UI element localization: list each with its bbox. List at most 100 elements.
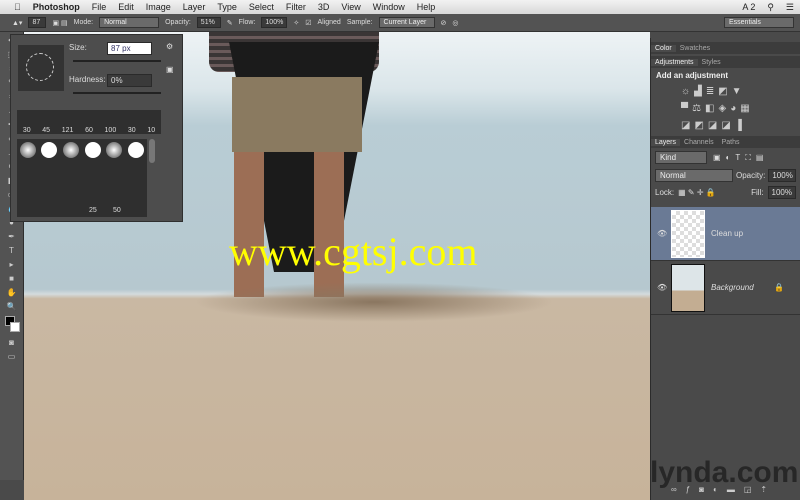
menu-help[interactable]: Help [417, 2, 436, 12]
adjustment-icons[interactable]: ☼▟≣◩▼ ▀⚖◧◈◕▦ ◪◩◪◪▐ [651, 83, 800, 134]
shape-tool-icon[interactable]: ■ [5, 274, 19, 284]
legs [234, 152, 264, 297]
menu-image[interactable]: Image [146, 2, 171, 12]
flow-label: Flow: [238, 19, 256, 26]
brush-preview [18, 45, 64, 91]
aligned-label: Aligned [317, 19, 341, 26]
menu-edit[interactable]: Edit [118, 2, 134, 12]
sample-select[interactable]: Current Layer [378, 17, 435, 28]
tab-layers[interactable]: Layers [651, 138, 681, 146]
pressure-opacity-icon[interactable]: ✎ [227, 19, 233, 27]
preset-row: 30 45 121 60 100 30 10 [17, 110, 161, 134]
size-label: Size: [69, 43, 87, 52]
search-icon[interactable]: ⚲ [767, 2, 774, 13]
adjustments-panel-tabs: Adjustments Styles [651, 56, 800, 68]
new-preset-icon[interactable]: ▣ [166, 65, 174, 74]
adjustments-title: Add an adjustment [656, 71, 729, 80]
layer-thumbnail [671, 263, 705, 312]
brush-size-picker[interactable]: 87 [28, 17, 47, 28]
color-panel-tabs: Color Swatches [651, 42, 800, 54]
layer-row-clean-up[interactable]: 👁 Clean up [651, 207, 800, 261]
brush-label-25: 25 [89, 207, 97, 214]
hand-tool-icon[interactable]: ✋ [5, 288, 19, 298]
menu-app[interactable]: Photoshop [33, 2, 80, 12]
tab-paths[interactable]: Paths [718, 139, 744, 146]
layer-opacity-label: Opacity: [736, 171, 766, 180]
size-slider[interactable] [73, 60, 161, 62]
mode-select[interactable]: Normal [99, 17, 160, 28]
fill-input[interactable]: 100% [767, 186, 796, 199]
menu-bar:  Photoshop File Edit Image Layer Type S… [0, 0, 800, 14]
size-input[interactable]: 87 px [107, 42, 152, 55]
filter-icons[interactable]: ▣◐T⛶▤ [713, 153, 768, 163]
quick-mask-icon[interactable]: ◙ [5, 338, 19, 348]
zoom-tool-icon[interactable]: 🔍 [5, 302, 19, 312]
preset-30[interactable]: 30 [23, 127, 31, 134]
menu-file[interactable]: File [92, 2, 107, 12]
gear-icon[interactable]: ⚙ [166, 42, 173, 51]
menu-filter[interactable]: Filter [286, 2, 306, 12]
brush-list-scrollbar[interactable] [149, 139, 155, 163]
clone-source-icon[interactable]: ▣ ▤ [52, 19, 67, 27]
sand-disturbed [194, 282, 554, 322]
menu-select[interactable]: Select [249, 2, 274, 12]
apple-icon[interactable]:  [14, 2, 21, 12]
hardness-input[interactable]: 0% [107, 74, 152, 87]
layer-opacity-input[interactable]: 100% [768, 169, 796, 182]
flow-input[interactable]: 100% [261, 17, 288, 28]
airbrush-icon[interactable]: ✧ [293, 19, 299, 27]
preset-30b[interactable]: 30 [128, 127, 136, 134]
menu-view[interactable]: View [341, 2, 360, 12]
layer-thumbnail [671, 209, 705, 258]
blend-mode-select[interactable]: Normal [655, 169, 733, 182]
layer-name[interactable]: Clean up [711, 229, 743, 238]
lock-icon: 🔒 [774, 283, 784, 292]
screen-mode-icon[interactable]: ▭ [5, 352, 19, 362]
type-tool-icon[interactable]: T [5, 246, 19, 256]
preset-45[interactable]: 45 [42, 127, 50, 134]
opacity-input[interactable]: 51% [196, 17, 221, 28]
menu-window[interactable]: Window [373, 2, 405, 12]
lock-icons[interactable]: ▦ ✎ ✛ 🔒 [678, 188, 716, 197]
preset-121[interactable]: 121 [62, 127, 74, 134]
pen-tool-icon[interactable]: ✒ [5, 232, 19, 242]
tab-color[interactable]: Color [651, 44, 676, 52]
menu-type[interactable]: Type [217, 2, 237, 12]
layers-footer-icons[interactable]: ∞ƒ◙◐▬◲⇡ [671, 485, 776, 494]
tab-channels[interactable]: Channels [680, 139, 718, 146]
brush-circle-icon[interactable] [26, 53, 54, 81]
workspace-select[interactable]: Essentials [724, 17, 794, 28]
menu-3d[interactable]: 3D [318, 2, 330, 12]
brush-preset-picker: Size: 87 px ⚙ ▣ Hardness: 0% 30 45 121 6… [10, 34, 183, 222]
fill-label: Fill: [751, 188, 764, 197]
tab-swatches[interactable]: Swatches [676, 45, 714, 52]
layer-filter-select[interactable]: Kind [655, 151, 707, 164]
list-icon[interactable]: ☰ [786, 2, 794, 13]
color-swatches[interactable] [4, 316, 20, 334]
preset-60[interactable]: 60 [85, 127, 93, 134]
pressure-size-icon[interactable]: ◎ [452, 19, 458, 27]
preset-10[interactable]: 10 [147, 127, 155, 134]
hardness-label: Hardness: [69, 75, 106, 84]
tab-adjustments[interactable]: Adjustments [651, 58, 698, 66]
panels-dock: Color Swatches Adjustments Styles Add an… [650, 38, 800, 500]
brush-list[interactable]: 25 50 [17, 139, 147, 217]
menu-layer[interactable]: Layer [183, 2, 206, 12]
clone-stamp-icon[interactable]: ▲▾ [12, 19, 22, 27]
preset-100[interactable]: 100 [105, 127, 117, 134]
visibility-eye-icon[interactable]: 👁 [657, 229, 667, 238]
visibility-eye-icon[interactable]: 👁 [657, 283, 667, 292]
ignore-adjustment-icon[interactable]: ⊘ [441, 19, 447, 27]
opacity-label: Opacity: [165, 19, 191, 26]
sample-label: Sample: [346, 19, 373, 26]
layers-panel-tabs: Layers Channels Paths [651, 136, 800, 148]
aligned-checkbox[interactable]: ☑ [305, 19, 311, 27]
legs [314, 152, 344, 297]
shorts [232, 77, 362, 152]
layer-row-background[interactable]: 👁 Background 🔒 [651, 261, 800, 315]
mode-label: Mode: [73, 19, 94, 26]
hardness-slider[interactable] [73, 92, 161, 94]
tab-styles[interactable]: Styles [698, 59, 725, 66]
path-select-icon[interactable]: ▸ [5, 260, 19, 270]
layer-name[interactable]: Background [711, 283, 754, 292]
